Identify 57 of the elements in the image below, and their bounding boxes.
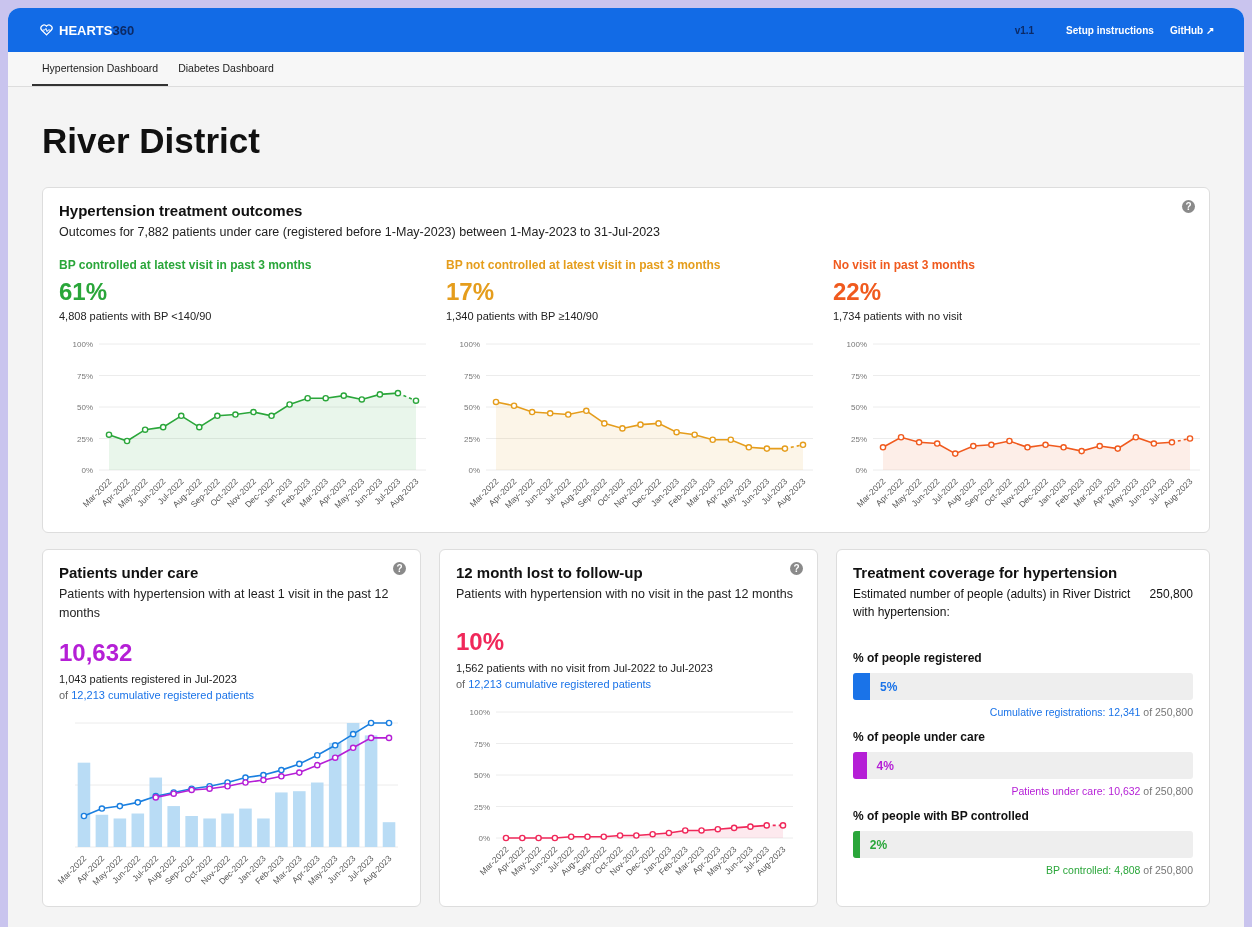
coverage-description: Estimated number of people (adults) in River District with hypertension: <box>853 586 1132 621</box>
axis-tick-label: 0% <box>478 833 490 843</box>
card-title: Treatment coverage for hypertension <box>853 564 1118 581</box>
axis-tick-label: 75% <box>77 371 93 381</box>
registered-detail: 1,043 patients registered in Jul-2023 <box>59 672 238 685</box>
axis-tick-label: 75% <box>474 739 490 749</box>
outcome-percent: 17% <box>446 277 496 306</box>
metric-label: % of people registered <box>853 651 983 665</box>
metric-note: Patients under care: 10,632 of 250,800 <box>1010 785 1193 797</box>
outcome-detail: 4,808 patients with BP <140/90 <box>59 309 213 322</box>
outcome-heading: BP not controlled at latest visit in past 3 months <box>446 257 722 272</box>
card-subtitle: Outcomes for 7,882 patients under care (registered before 1-May-2023) between 1-May-2023 to 31-Jul-2023 <box>59 224 662 241</box>
axis-tick-label: 50% <box>851 402 867 412</box>
logo-text: 360 <box>112 22 135 38</box>
card-subtitle: Patients with hypertension with no visit in the past 12 months <box>456 586 794 603</box>
card-title: Hypertension treatment outcomes <box>59 202 303 219</box>
axis-tick-label: 50% <box>77 402 93 412</box>
outcome-detail: 1,340 patients with BP ≥140/90 <box>446 309 599 322</box>
metric-note: BP controlled: 4,808 of 250,800 <box>1045 864 1193 876</box>
axis-tick-label: 0% <box>855 465 867 475</box>
axis-tick-label: 25% <box>464 434 480 444</box>
axis-tick-label: 75% <box>851 371 867 381</box>
estimate-value: 250,800 <box>1149 586 1193 603</box>
axis-tick-label: 50% <box>464 402 480 412</box>
axis-tick-label: 50% <box>474 770 490 780</box>
axis-tick-label: 0% <box>468 465 480 475</box>
cumulative-note: of 12,213 cumulative registered patients <box>456 677 653 690</box>
card-title: Patients under care <box>59 564 199 581</box>
progress-percent: 4% <box>876 758 894 773</box>
progress-percent: 5% <box>880 679 898 694</box>
card-title: 12 month lost to follow-up <box>456 564 643 581</box>
axis-tick-label: 25% <box>77 434 93 444</box>
lost-detail: 1,562 patients with no visit from Jul-2022 to Jul-2023 <box>456 661 714 674</box>
axis-tick-label: 100% <box>72 339 93 349</box>
metric-label: % of people with BP controlled <box>853 809 1030 823</box>
outcome-percent: 22% <box>833 277 883 306</box>
version-label: v1.1 <box>1014 24 1035 36</box>
axis-tick-label: 0% <box>81 465 93 475</box>
outcome-detail: 1,734 patients with no visit <box>833 309 964 322</box>
page-title: River District <box>42 121 261 161</box>
card-subtitle: Patients with hypertension with at least 1 visit in the past 12 months <box>59 586 390 622</box>
axis-tick-label: 100% <box>459 339 480 349</box>
outcome-heading: BP controlled at latest visit in past 3 months <box>59 257 313 272</box>
axis-tick-label: 25% <box>851 434 867 444</box>
axis-tick-label: 100% <box>469 707 490 717</box>
cumulative-note: of 12,213 cumulative registered patients <box>59 688 256 701</box>
outcome-heading: No visit in past 3 months <box>833 257 977 272</box>
logo-text: HEARTS <box>59 22 113 38</box>
axis-tick-label: 75% <box>464 371 480 381</box>
axis-tick-label: 25% <box>474 802 490 812</box>
progress-percent: 2% <box>869 837 888 852</box>
outcome-percent: 61% <box>59 277 109 306</box>
metric-label: % of people under care <box>853 730 987 744</box>
axis-tick-label: 100% <box>846 339 867 349</box>
metric-note: Cumulative registrations: 12,341 of 250,800 <box>988 706 1193 718</box>
patients-count: 10,632 <box>59 638 134 667</box>
lost-percent: 10% <box>456 627 506 656</box>
